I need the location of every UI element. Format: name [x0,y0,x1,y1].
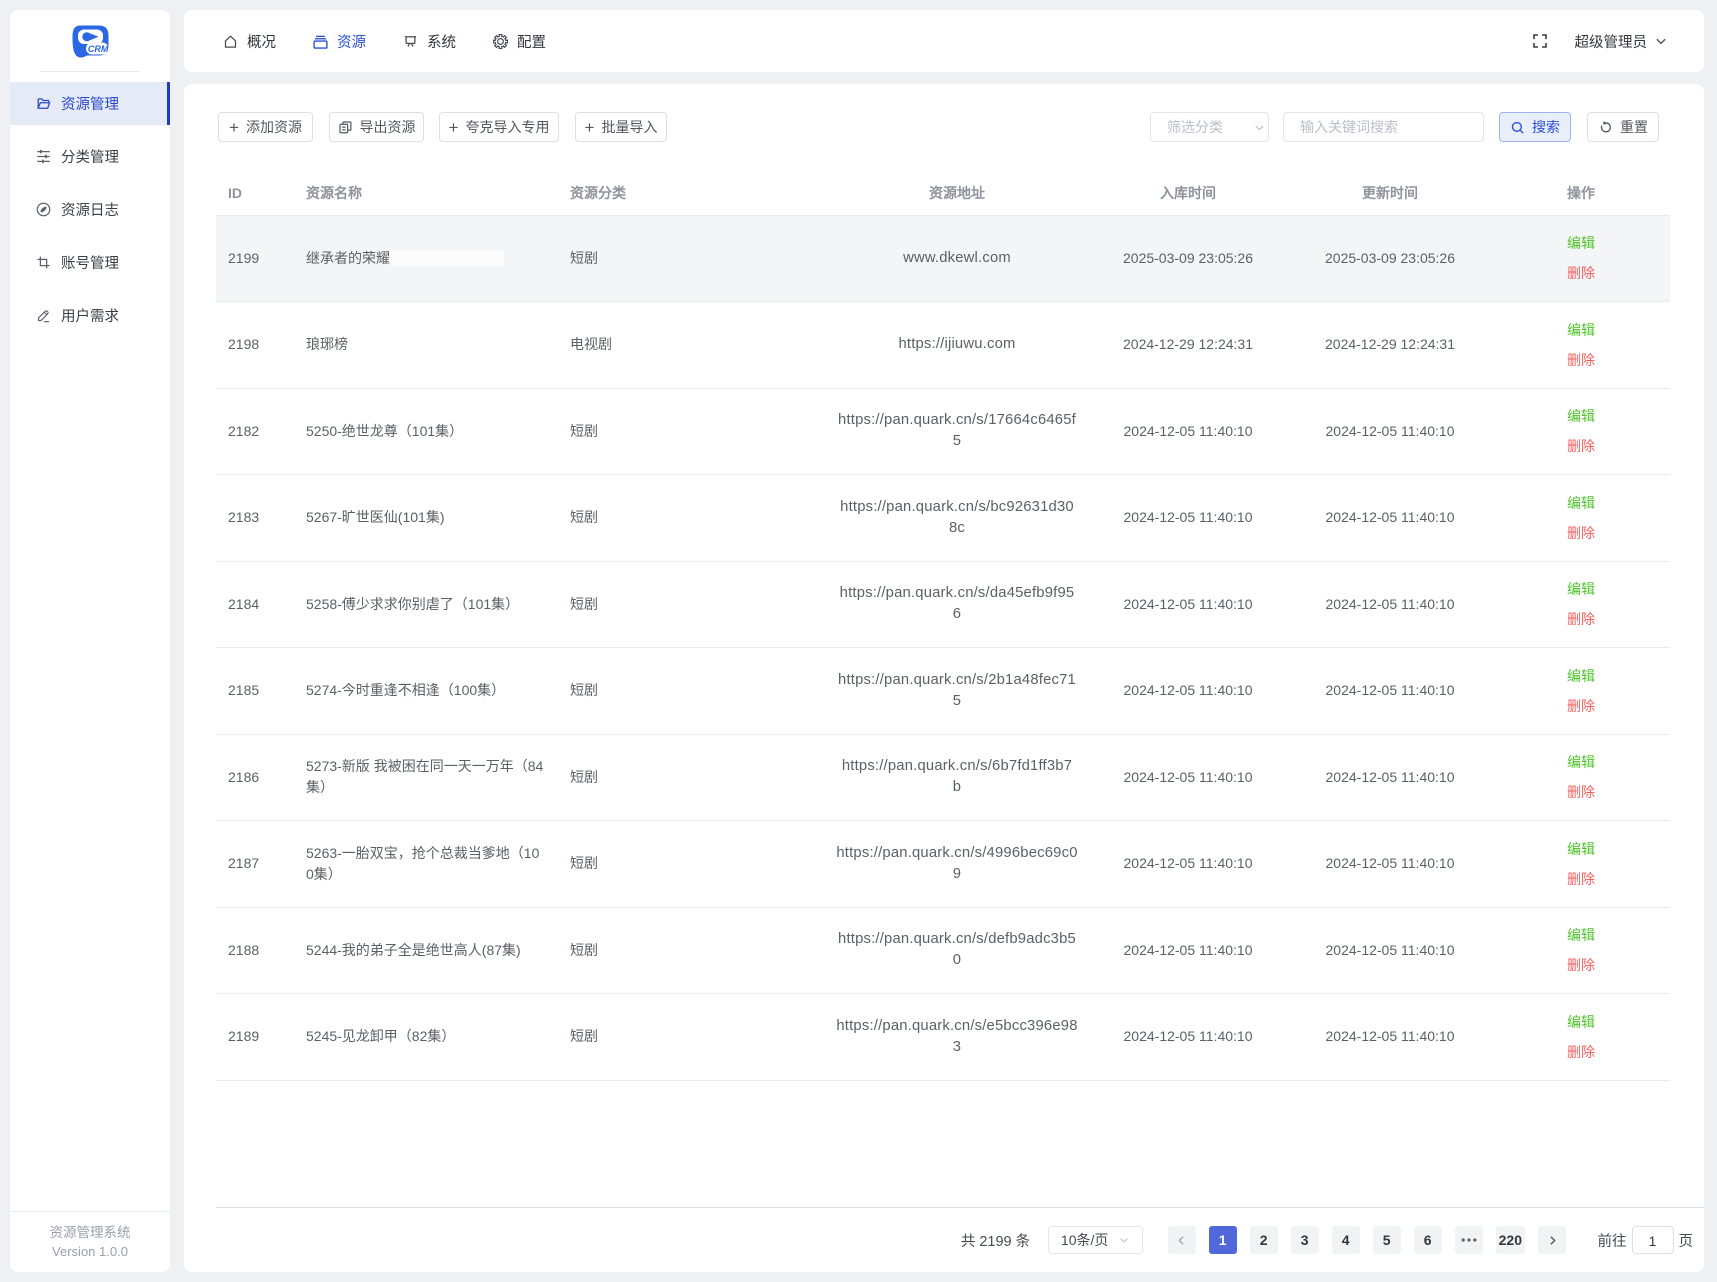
svg-text:CRM: CRM [87,44,108,54]
